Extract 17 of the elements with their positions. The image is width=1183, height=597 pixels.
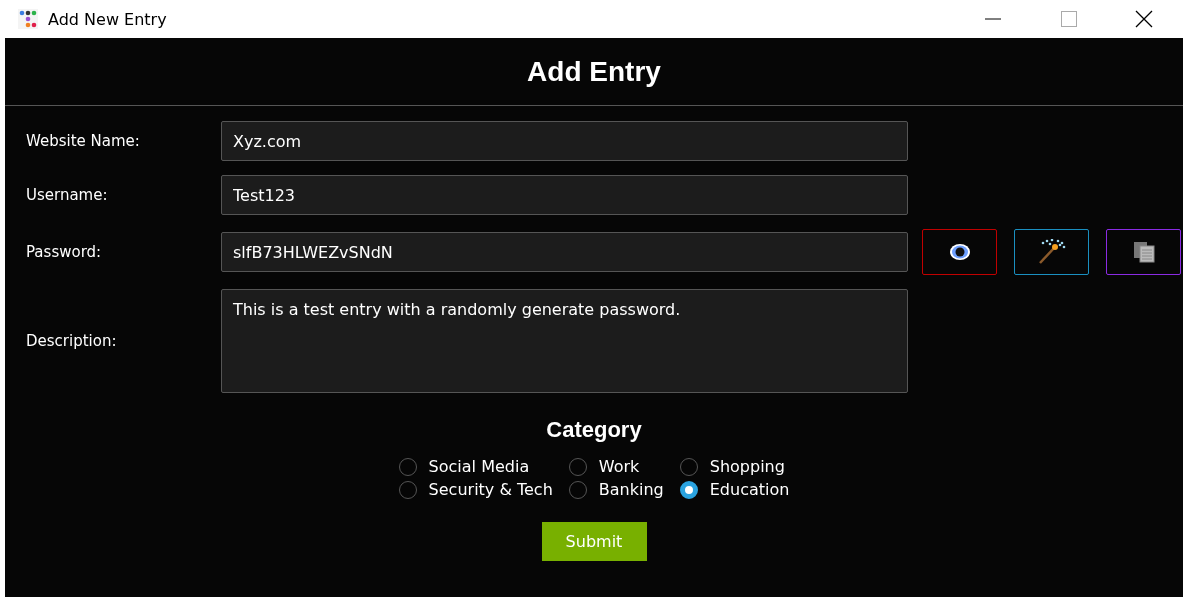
radio-label[interactable]: Banking: [598, 480, 664, 499]
dialog-heading: Add Entry: [527, 55, 661, 88]
field-label: Website Name:: [26, 132, 141, 150]
radio-label[interactable]: Shopping: [709, 457, 785, 476]
radio-label[interactable]: Work: [598, 457, 640, 476]
description-field[interactable]: This is a test entry with a randomly generate password.: [221, 289, 908, 393]
text-field[interactable]: Test123: [221, 175, 908, 215]
text-field[interactable]: Xyz.com: [221, 121, 908, 161]
field-label: Password:: [26, 243, 103, 261]
radio-label[interactable]: Education: [709, 480, 790, 499]
category-heading: Category: [546, 417, 642, 443]
window-title: Add New Entry: [48, 9, 167, 29]
radio-label[interactable]: Social Media: [428, 457, 530, 476]
field-label: Description:: [26, 332, 118, 350]
password-field[interactable]: slfB73HLWEZvSNdN: [221, 232, 908, 272]
field-label: Username:: [26, 186, 109, 204]
radio-label[interactable]: Security & Tech: [428, 480, 553, 499]
